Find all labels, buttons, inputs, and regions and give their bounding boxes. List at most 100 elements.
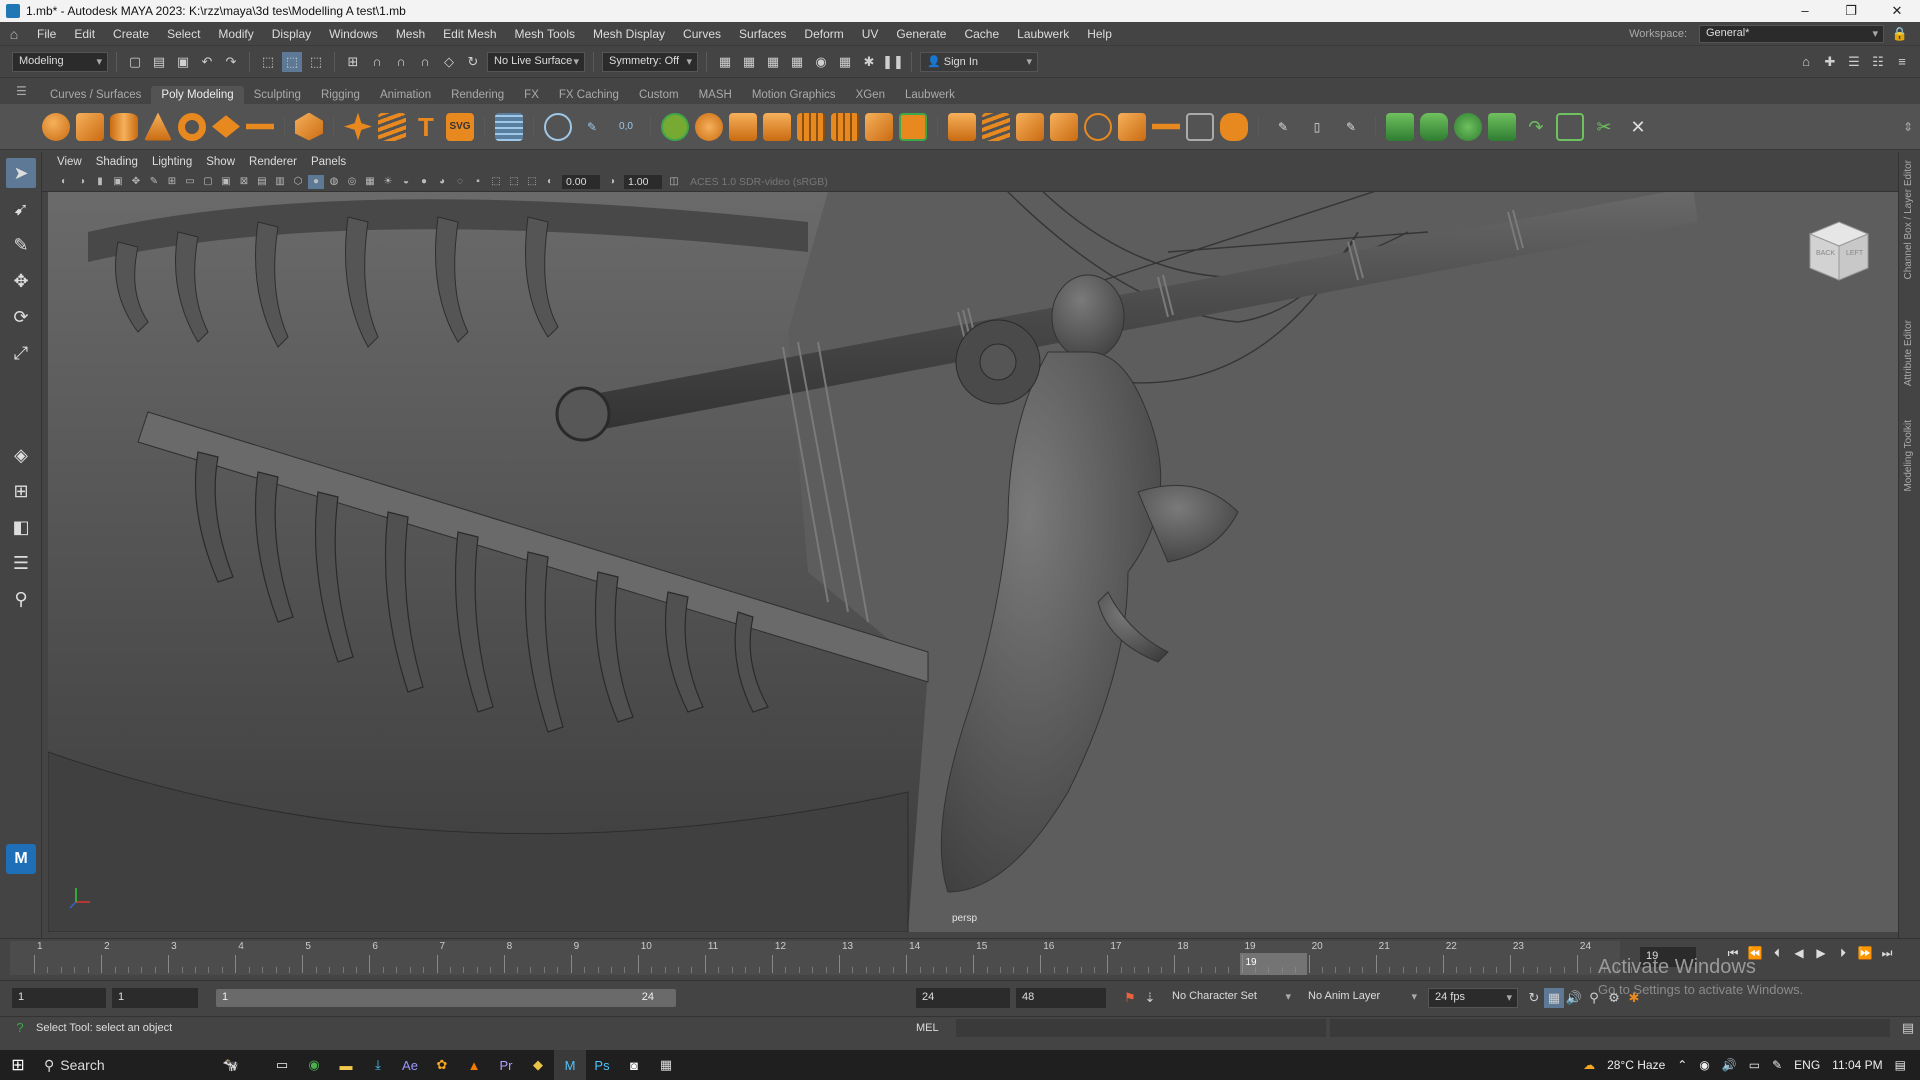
playback-start-field[interactable]: 1 [112,987,198,1008]
extract-icon[interactable] [729,112,757,141]
append-polygon-icon[interactable] [982,112,1010,141]
snap-view-icon[interactable]: ∩ [415,52,435,72]
uv-automatic-icon[interactable] [1488,112,1516,141]
shelf-tab-xgen[interactable]: XGen [846,86,895,104]
mash-network-icon[interactable] [495,112,523,141]
network-icon[interactable]: ▭ [1749,1058,1760,1072]
step-forward-key-icon[interactable]: ⏵ [1834,946,1852,961]
range-bar[interactable]: 1 24 [216,988,676,1007]
menu-edit-mesh[interactable]: Edit Mesh [434,27,505,41]
tray-overflow-icon[interactable]: ⌃ [1677,1058,1687,1072]
wedge-icon[interactable] [1186,112,1214,141]
snap-grid-icon[interactable]: ⊞ [343,52,363,72]
render-view-icon[interactable]: ▦ [715,52,735,72]
step-forward-frame-icon[interactable]: ⏩ [1856,946,1874,961]
lock-icon[interactable]: 🔒 [1890,24,1910,44]
menu-mesh-display[interactable]: Mesh Display [584,27,674,41]
windows-start-icon[interactable]: ⊞ [0,1055,36,1075]
super-shape-icon[interactable] [344,112,372,141]
new-scene-icon[interactable]: ▢ [125,52,145,72]
shelf-tab-motion-graphics[interactable]: Motion Graphics [742,86,846,104]
language-indicator[interactable]: ENG [1794,1058,1820,1072]
perspective-viewport[interactable] [48,192,1898,932]
center-pivot-icon[interactable] [544,112,572,141]
modeling-toolkit-toggle-icon[interactable]: ⌂ [1796,52,1816,72]
mirror-icon[interactable] [865,112,893,141]
poke-icon[interactable] [1152,123,1180,130]
xray-active-icon[interactable]: ⬚ [524,175,540,189]
poly-cube-icon[interactable] [76,112,104,141]
menu-create[interactable]: Create [104,27,158,41]
poly-cylinder-icon[interactable] [110,112,138,141]
playback-end-field[interactable]: 24 [916,987,1010,1008]
boolean-icon[interactable] [763,112,791,141]
hypershade-icon[interactable]: ◉ [811,52,831,72]
menu-help[interactable]: Help [1078,27,1121,41]
time-ruler[interactable]: 1 2 3 4 5 6 7 8 9 10 11 12 13 14 15 16 17 18 19 20 21 22 23 24 1… [10,941,1632,975]
textured-icon[interactable]: ▦ [362,175,378,189]
uv-layout-icon[interactable] [1556,112,1584,141]
shelf-tab-animation[interactable]: Animation [370,86,441,104]
menu-mesh[interactable]: Mesh [387,27,434,41]
camera-tray-icon[interactable]: ◉ [1699,1058,1709,1072]
menu-mesh-tools[interactable]: Mesh Tools [506,27,584,41]
sweep-mesh-icon[interactable] [378,112,406,141]
field-chart-icon[interactable]: ⊠ [236,175,252,189]
shelf-tab-sculpting[interactable]: Sculpting [244,86,311,104]
select-component-icon[interactable]: ⬚ [306,52,326,72]
open-scene-icon[interactable]: ▤ [149,52,169,72]
chrome-icon[interactable]: ◉ [298,1050,330,1080]
uv-planar-icon[interactable] [1386,112,1414,141]
gamma-field[interactable]: 1.00 [624,174,662,189]
attribute-editor-toggle-icon[interactable]: ☰ [1844,52,1864,72]
after-effects-icon[interactable]: Ae [394,1050,426,1080]
panel-menu-view[interactable]: View [50,156,89,168]
menu-modify[interactable]: Modify [209,27,262,41]
shelf-scroll-icon[interactable]: ⇕ [1898,104,1918,150]
sketchup-icon[interactable]: ◆ [522,1050,554,1080]
menu-edit[interactable]: Edit [65,27,104,41]
shelf-tab-rendering[interactable]: Rendering [441,86,514,104]
redo-icon[interactable]: ↷ [221,52,241,72]
vlc-icon[interactable]: ▲ [458,1050,490,1080]
isolate-select-icon[interactable]: ▪ [470,175,486,189]
render-current-icon[interactable]: ▦ [739,52,759,72]
anti-aliasing-icon[interactable]: ◌ [452,175,468,189]
rotate-tool-icon[interactable]: ⟳ [6,302,36,332]
taskbar-search[interactable]: ⚲ Search [36,1057,196,1074]
poly-plane-icon[interactable] [212,115,240,138]
channel-box-tab[interactable]: Channel Box / Layer Editor [1903,160,1914,280]
workspace-dropdown[interactable]: General* [1699,24,1884,43]
file-explorer-icon[interactable]: ▬ [330,1050,362,1080]
live-surface-field[interactable]: No Live Surface [487,51,585,72]
task-view-icon[interactable]: ▭ [266,1050,298,1080]
menu-surfaces[interactable]: Surfaces [730,27,795,41]
poly-cone-icon[interactable] [144,112,172,141]
download-manager-icon[interactable]: ⤓ [362,1050,394,1080]
gamma-icon[interactable]: ◑ [604,175,620,189]
color-management-icon[interactable]: ◫ [666,175,682,189]
menu-generate[interactable]: Generate [887,27,955,41]
ipr-render-icon[interactable]: ▦ [763,52,783,72]
select-tool-icon[interactable]: ➤ [6,158,36,188]
shelf-tab-laubwerk[interactable]: Laubwerk [895,86,965,104]
extrude-icon[interactable] [1016,112,1044,141]
use-all-lights-icon[interactable]: ☀ [380,175,396,189]
menu-cache[interactable]: Cache [955,27,1008,41]
wireframe-on-shaded-icon[interactable]: ◎ [344,175,360,189]
blender-icon[interactable]: ✿ [426,1050,458,1080]
auto-key-icon[interactable]: ⚑ [1120,988,1140,1008]
2d-pan-zoom-icon[interactable]: ✥ [128,175,144,189]
pause-viewport-icon[interactable]: ❚❚ [882,52,904,72]
combine-icon[interactable] [661,112,689,141]
panel-menu-renderer[interactable]: Renderer [242,156,304,168]
menu-windows[interactable]: Windows [320,27,387,41]
shelf-menu-icon[interactable]: ☰ [16,84,27,98]
exposure-field[interactable]: 0.00 [562,174,600,189]
bevel-edge-icon[interactable] [1118,112,1146,141]
sign-in-dropdown[interactable]: 👤 Sign In [920,51,1038,72]
character-controls-icon[interactable]: ✚ [1820,52,1840,72]
single-perspective-layout-icon[interactable]: ◈ [6,440,36,470]
reset-transform-icon[interactable]: 0,0 [612,113,640,141]
svg-tool-icon[interactable]: SVG [446,112,474,141]
